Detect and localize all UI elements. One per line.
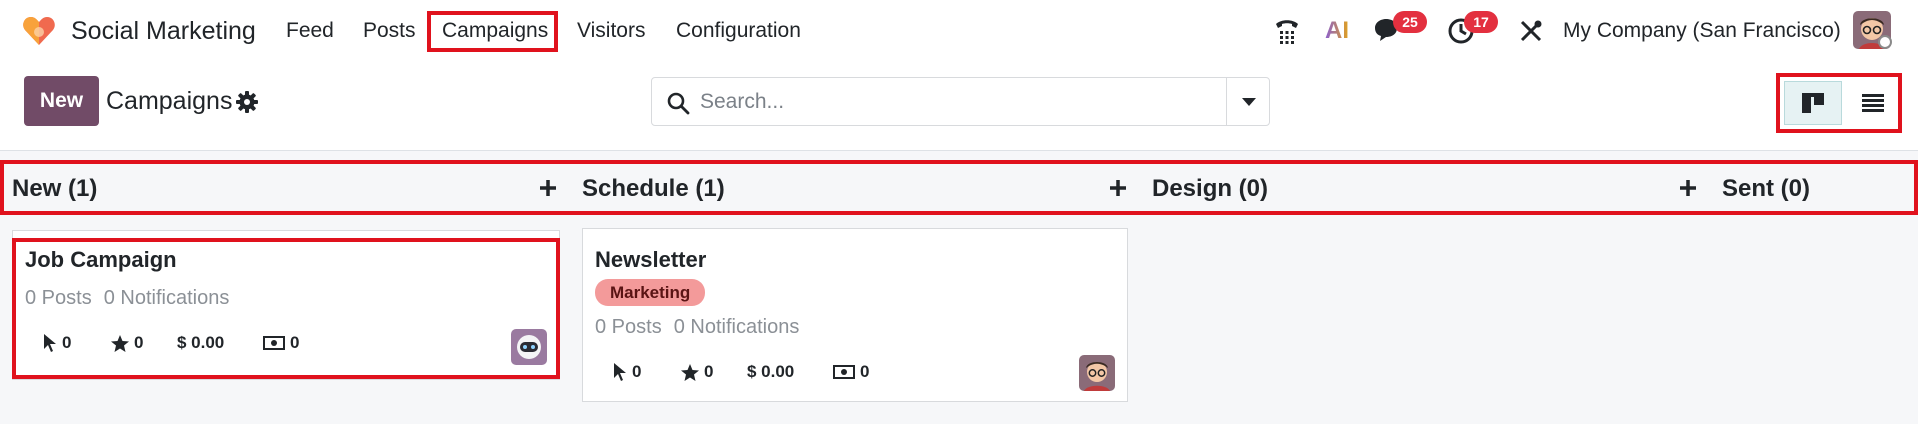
messages-badge: 25 [1393, 11, 1427, 33]
view-switcher [1776, 73, 1902, 133]
campaigns-highlight-box [427, 11, 558, 52]
gear-icon[interactable] [236, 91, 258, 113]
money-bill-icon [833, 365, 855, 379]
tag-marketing: Marketing [595, 279, 706, 306]
activities-badge: 17 [1464, 11, 1498, 33]
pointer-icon [614, 363, 626, 381]
ai-icon[interactable]: AI [1322, 16, 1352, 46]
posts-count: 0 Posts [595, 316, 662, 338]
kanban-icon [1802, 93, 1824, 113]
top-navbar: Social Marketing Feed Posts Campaigns Vi… [0, 0, 1918, 62]
menu-posts[interactable]: Posts [363, 19, 416, 43]
search-icon [667, 92, 690, 115]
caret-down-icon [1241, 97, 1256, 106]
kanban-view-button[interactable] [1784, 81, 1842, 125]
list-view-button[interactable] [1844, 81, 1902, 125]
app-logo-icon[interactable] [22, 15, 56, 47]
app-title[interactable]: Social Marketing [71, 17, 256, 46]
card-stats: 0 Posts 0 Notifications [595, 316, 811, 339]
column-headers-highlight-box [0, 160, 1918, 215]
phone-icon[interactable] [1272, 16, 1302, 46]
menu-visitors[interactable]: Visitors [577, 19, 645, 43]
company-switcher[interactable]: My Company (San Francisco) [1563, 19, 1841, 43]
cash-metric: 0 [833, 362, 869, 382]
search-bar [651, 77, 1270, 126]
user-avatar[interactable] [1079, 355, 1115, 391]
favorites-metric: 0 [681, 362, 713, 382]
star-icon [681, 363, 699, 381]
menu-configuration[interactable]: Configuration [676, 19, 801, 43]
clicks-metric: 0 [613, 362, 641, 382]
notifications-count: 0 Notifications [673, 316, 800, 338]
menu-feed[interactable]: Feed [286, 19, 334, 43]
tools-icon[interactable] [1516, 16, 1546, 46]
list-icon [1862, 94, 1884, 112]
kanban-card-newsletter[interactable]: Newsletter Marketing 0 Posts 0 Notificati… [582, 228, 1128, 402]
search-options-toggle[interactable] [1226, 78, 1270, 125]
job-campaign-highlight-box [12, 238, 560, 379]
page-title: Campaigns [106, 87, 233, 115]
revenue-metric: $ 0.00 [747, 362, 795, 381]
new-button[interactable]: New [24, 76, 99, 126]
user-status-indicator [1878, 35, 1892, 49]
search-input[interactable] [700, 78, 1200, 125]
card-name: Newsletter [595, 247, 707, 272]
